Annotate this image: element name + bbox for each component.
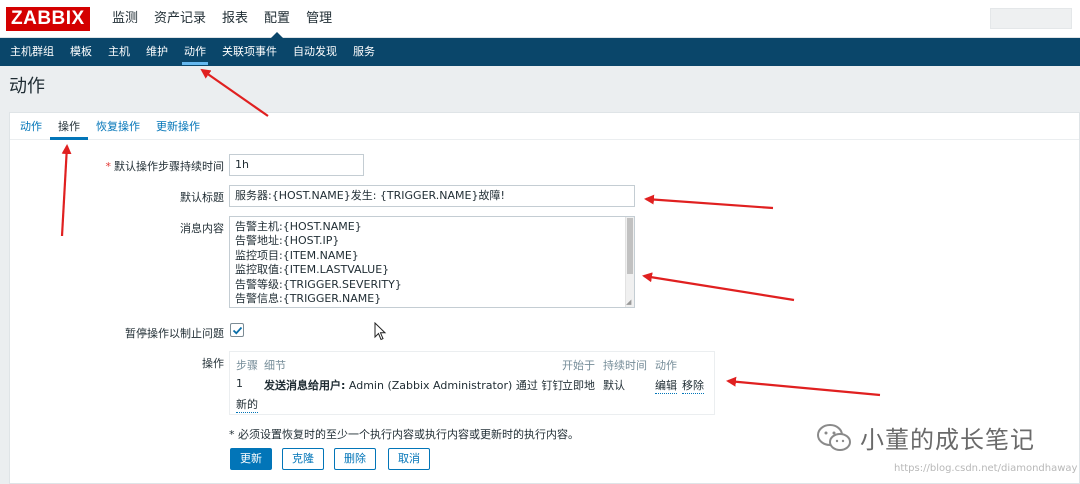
form-tabs: 动作 操作 恢复操作 更新操作 — [10, 113, 1079, 140]
menu-inventory[interactable]: 资产记录 — [146, 0, 214, 38]
submenu-event-correlation[interactable]: 关联项事件 — [214, 38, 285, 66]
main-menu: 监测 资产记录 报表 配置 管理 — [104, 0, 340, 38]
watermark-url: https://blog.csdn.net/diamondhaway — [894, 463, 1078, 474]
col-header-detail: 细节 — [264, 359, 286, 372]
message-line: 监控项目:{ITEM.NAME} — [235, 248, 359, 262]
subject-label: 默认标题 — [180, 191, 224, 204]
submenu-templates[interactable]: 模板 — [62, 38, 100, 66]
cancel-button[interactable]: 取消 — [388, 448, 430, 470]
tab-update-operations[interactable]: 更新操作 — [148, 113, 208, 139]
col-header-action: 动作 — [655, 359, 677, 372]
message-line: 告警信息:{TRIGGER.NAME} — [235, 292, 382, 306]
submenu-maintenance[interactable]: 维护 — [138, 38, 176, 66]
op-duration: 默认 — [603, 379, 625, 392]
tab-operations[interactable]: 操作 — [50, 113, 88, 140]
menu-administration[interactable]: 管理 — [298, 0, 340, 38]
operations-label: 操作 — [202, 357, 224, 370]
op-start: 立即地 — [562, 379, 595, 392]
step-duration-input[interactable]: 1h — [229, 154, 364, 176]
zabbix-logo[interactable]: ZABBIX — [6, 7, 90, 31]
message-line: 告警等级:{TRIGGER.SEVERITY} — [235, 277, 402, 291]
required-note: * 必须设置恢复时的至少一个执行内容或执行内容或更新时的执行内容。 — [229, 428, 579, 441]
search-input[interactable] — [990, 8, 1072, 29]
submenu-actions[interactable]: 动作 — [176, 38, 214, 66]
message-label: 消息内容 — [180, 222, 224, 235]
message-scrollbar[interactable] — [625, 217, 634, 307]
col-header-start: 开始于 — [562, 359, 595, 372]
step-duration-label: * 默认操作步骤持续时间 — [105, 160, 225, 173]
message-textarea[interactable]: 告警主机:{HOST.NAME} 告警地址:{HOST.IP} 监控项目:{IT… — [229, 216, 635, 308]
op-detail: 发送消息给用户: Admin (Zabbix Administrator) 通过… — [264, 377, 563, 393]
menu-reports[interactable]: 报表 — [214, 0, 256, 38]
submenu-services[interactable]: 服务 — [345, 38, 383, 66]
resize-handle-icon[interactable]: ◢ — [626, 299, 633, 306]
watermark: 小董的成长笔记 — [816, 420, 1035, 455]
op-step: 1 — [236, 377, 243, 390]
op-remove-link[interactable]: 移除 — [682, 377, 704, 394]
top-bar: ZABBIX 监测 资产记录 报表 配置 管理 — [0, 0, 1080, 38]
arrow-to-actions-submenu — [200, 68, 269, 117]
clone-button[interactable]: 克隆 — [282, 448, 324, 470]
col-header-duration: 持续时间 — [603, 359, 647, 372]
watermark-text: 小董的成长笔记 — [860, 426, 1035, 454]
tab-action[interactable]: 动作 — [12, 113, 50, 139]
submenu-discovery[interactable]: 自动发现 — [285, 38, 345, 66]
menu-monitoring[interactable]: 监测 — [104, 0, 146, 38]
wechat-icon — [817, 423, 851, 451]
scroll-thumb[interactable] — [627, 218, 633, 274]
checkmark-icon — [232, 326, 243, 335]
mouse-cursor-icon — [374, 322, 387, 341]
page-title: 动作 — [9, 76, 45, 97]
new-operation-link[interactable]: 新的 — [236, 396, 258, 413]
submenu-hosts[interactable]: 主机 — [100, 38, 138, 66]
col-header-step: 步骤 — [236, 359, 258, 372]
delete-button[interactable]: 删除 — [334, 448, 376, 470]
pause-checkbox[interactable] — [230, 323, 244, 337]
update-button[interactable]: 更新 — [230, 448, 272, 470]
menu-configuration[interactable]: 配置 — [256, 0, 298, 38]
tab-recovery-operations[interactable]: 恢复操作 — [88, 113, 148, 139]
subject-input[interactable]: 服务器:{HOST.NAME}发生: {TRIGGER.NAME}故障! — [229, 185, 635, 207]
op-detail-type: 发送消息给用户: — [264, 379, 346, 392]
message-line: 告警主机:{HOST.NAME} — [235, 220, 362, 233]
op-edit-link[interactable]: 编辑 — [655, 377, 677, 394]
pause-label: 暂停操作以制止问题 — [125, 327, 224, 340]
sub-menu: 主机群组 模板 主机 维护 动作 关联项事件 自动发现 服务 — [0, 38, 1080, 66]
op-detail-text: Admin (Zabbix Administrator) 通过 钉钉 — [345, 379, 564, 392]
message-line: 监控取值:{ITEM.LASTVALUE} — [235, 263, 390, 277]
submenu-host-groups[interactable]: 主机群组 — [2, 38, 62, 66]
operations-table: 步骤 细节 开始于 持续时间 动作 1 发送消息给用户: Admin (Zabb… — [229, 351, 715, 415]
message-line: 告警地址:{HOST.IP} — [235, 234, 340, 248]
